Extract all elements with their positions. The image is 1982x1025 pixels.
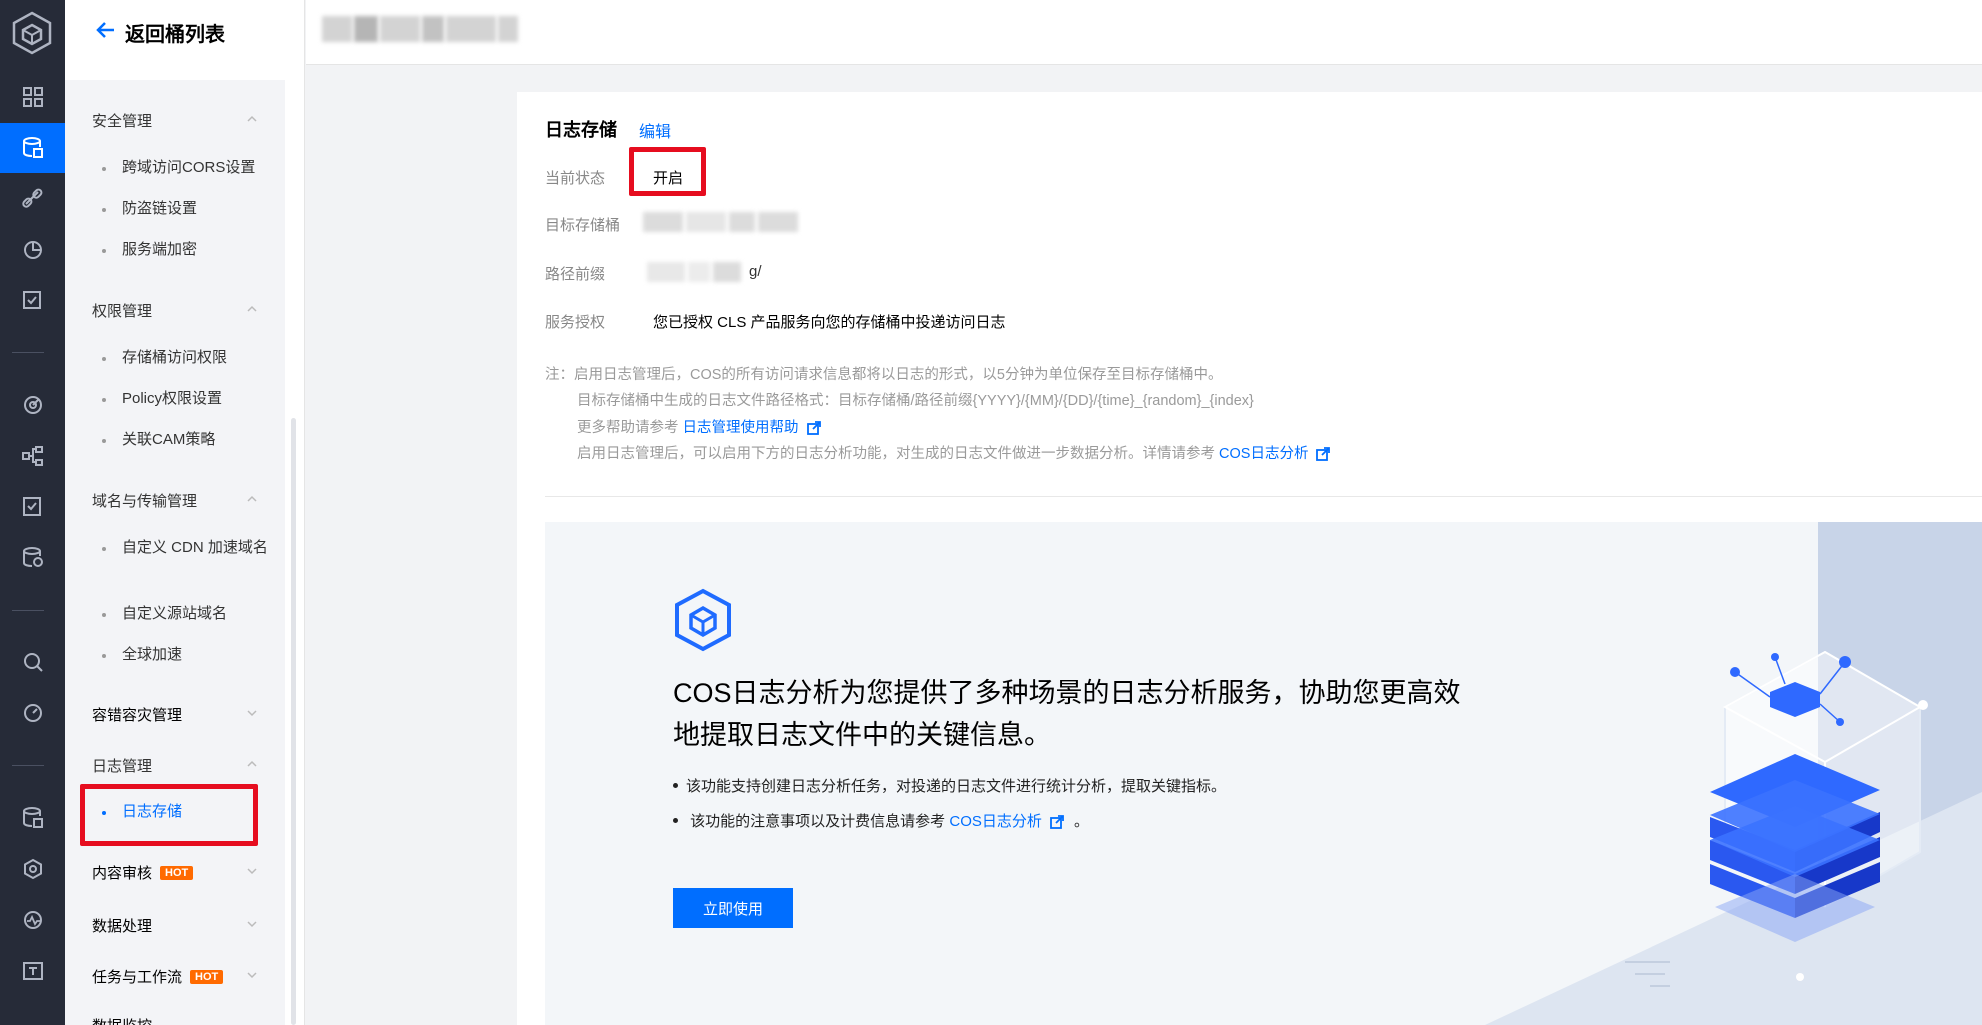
back-to-bucket-list[interactable]: 返回桶列表	[65, 0, 305, 65]
back-label: 返回桶列表	[125, 24, 225, 46]
menu-item-policy[interactable]: Policy权限设置	[102, 387, 282, 411]
menu-group-content-moderation[interactable]: 内容审核 HOT	[92, 862, 194, 883]
bucket-menu-panel: 返回桶列表 安全管理 跨域访问CORS设置 防盗链设置 服务端加密 权限管理 存…	[65, 0, 305, 1025]
chevron-up-icon	[247, 495, 257, 502]
menu-group-log-management[interactable]: 日志管理	[92, 755, 152, 776]
status-label: 当前状态	[545, 170, 606, 187]
external-link-icon[interactable]	[1316, 447, 1331, 461]
database-settings-icon[interactable]	[0, 533, 65, 583]
menu-item-global-acceleration[interactable]: 全球加速	[102, 643, 282, 667]
external-link-icon[interactable]	[806, 421, 821, 435]
use-now-button[interactable]: 立即使用	[673, 888, 793, 928]
speed-gauge-icon[interactable]	[0, 688, 65, 738]
log-storage-card: 日志存储 编辑 当前状态 开启 目标存储桶 路径前缀 g/ 服务授权 您已授权 …	[517, 92, 1982, 1025]
target-bucket-label: 目标存储桶	[545, 217, 621, 234]
promo-heading: COS日志分析为您提供了多种场景的日志分析服务，协助您更高效 地提取日志文件中的…	[673, 678, 1461, 750]
workflow-icon[interactable]	[0, 431, 65, 481]
link-icon[interactable]	[0, 174, 65, 224]
pie-chart-icon[interactable]	[0, 225, 65, 275]
menu-item-origin-domain[interactable]: 自定义源站域名	[102, 602, 282, 626]
inspection-icon[interactable]	[0, 276, 65, 326]
menu-item-cam-policy[interactable]: 关联CAM策略	[102, 428, 282, 452]
hot-badge: HOT	[190, 970, 224, 984]
task-check-icon[interactable]	[0, 482, 65, 532]
menu-group-security[interactable]: 安全管理	[92, 110, 152, 131]
hot-badge: HOT	[160, 866, 194, 880]
path-prefix-label: 路径前缀	[545, 266, 606, 283]
path-prefix-suffix: g/	[749, 263, 762, 280]
cos-log-analysis-link[interactable]: COS日志分析	[1219, 446, 1308, 462]
menu-item-hotlink-protection[interactable]: 防盗链设置	[102, 197, 282, 221]
log-help-link[interactable]: 日志管理使用帮助	[683, 420, 799, 436]
note-line-2: 目标存储桶中生成的日志文件路径格式：目标存储桶/路径前缀{YYYY}/{MM}/…	[577, 393, 1254, 409]
cos-cube-logo-icon	[675, 588, 731, 652]
tools-box-icon[interactable]	[0, 946, 65, 996]
bucket-name-redacted	[322, 16, 518, 42]
promo-bullet-2: 该功能的注意事项以及计费信息请参考 COS日志分析 。	[673, 810, 1089, 831]
menu-group-data-monitoring[interactable]: 数据监控	[92, 1015, 152, 1025]
menu-group-permissions[interactable]: 权限管理	[92, 300, 152, 321]
cos-log-analysis-link[interactable]: COS日志分析	[949, 813, 1042, 830]
external-link-icon[interactable]	[1049, 815, 1064, 829]
cube-logo-icon[interactable]	[6, 8, 58, 58]
monitor-pulse-icon[interactable]	[0, 895, 65, 945]
rail-divider	[12, 610, 44, 611]
menu-group-disaster-recovery[interactable]: 容错容灾管理	[92, 704, 182, 725]
radar-icon[interactable]	[0, 380, 65, 430]
bucket-list-icon[interactable]	[0, 123, 65, 173]
chevron-up-icon	[247, 760, 257, 767]
menu-item-server-encryption[interactable]: 服务端加密	[102, 238, 282, 262]
menu-item-bucket-access[interactable]: 存储桶访问权限	[102, 346, 282, 370]
note-line-1: 注：启用日志管理后，COS的所有访问请求信息都将以日志的形式，以5分钟为单位保存…	[545, 367, 1223, 383]
section-title: 日志存储	[545, 120, 617, 140]
data-cube-illustration	[1485, 522, 1982, 1025]
chevron-up-icon	[247, 115, 257, 122]
top-bar	[306, 0, 1982, 65]
service-auth-label: 服务授权	[545, 314, 606, 331]
service-auth-value: 您已授权 CLS 产品服务向您的存储桶中投递访问日志	[653, 314, 1006, 331]
edit-link[interactable]: 编辑	[639, 118, 671, 142]
overview-icon[interactable]	[0, 72, 65, 122]
arrow-left-icon	[95, 21, 115, 45]
chevron-down-icon	[247, 972, 257, 979]
chevron-down-icon	[247, 921, 257, 928]
search-analysis-icon[interactable]	[0, 637, 65, 687]
path-prefix-redacted	[647, 262, 741, 282]
menu-item-cdn-domain[interactable]: 自定义 CDN 加速域名	[102, 536, 282, 560]
note-line-4: 启用日志管理后，可以启用下方的日志分析功能，对生成的日志文件做进一步数据分析。详…	[577, 444, 1331, 464]
target-bucket-redacted	[643, 212, 798, 232]
menu-item-cors[interactable]: 跨域访问CORS设置	[102, 156, 282, 180]
rail-divider	[12, 352, 44, 353]
chevron-up-icon	[247, 305, 257, 312]
chevron-down-icon	[247, 710, 257, 717]
section-divider	[545, 496, 1982, 497]
rail-divider	[12, 765, 44, 766]
hexagon-cube-icon[interactable]	[0, 844, 65, 894]
promo-bullet-1: 该功能支持创建日志分析任务，对投递的日志文件进行统计分析，提取关键指标。	[673, 775, 1226, 796]
menu-group-task-workflow[interactable]: 任务与工作流 HOT	[92, 966, 224, 987]
icon-rail	[0, 0, 65, 1025]
highlight-box	[629, 147, 706, 196]
log-analysis-promo: COS日志分析为您提供了多种场景的日志分析服务，协助您更高效 地提取日志文件中的…	[545, 522, 1982, 1025]
data-lake-icon[interactable]	[0, 793, 65, 843]
chevron-down-icon	[247, 868, 257, 875]
menu-group-domain-transfer[interactable]: 域名与传输管理	[92, 490, 197, 511]
menu-group-data-processing[interactable]: 数据处理	[92, 915, 152, 936]
note-line-3: 更多帮助请参考 日志管理使用帮助	[577, 418, 821, 438]
highlight-box	[80, 784, 258, 846]
menu-scrollbar[interactable]	[291, 418, 296, 1025]
